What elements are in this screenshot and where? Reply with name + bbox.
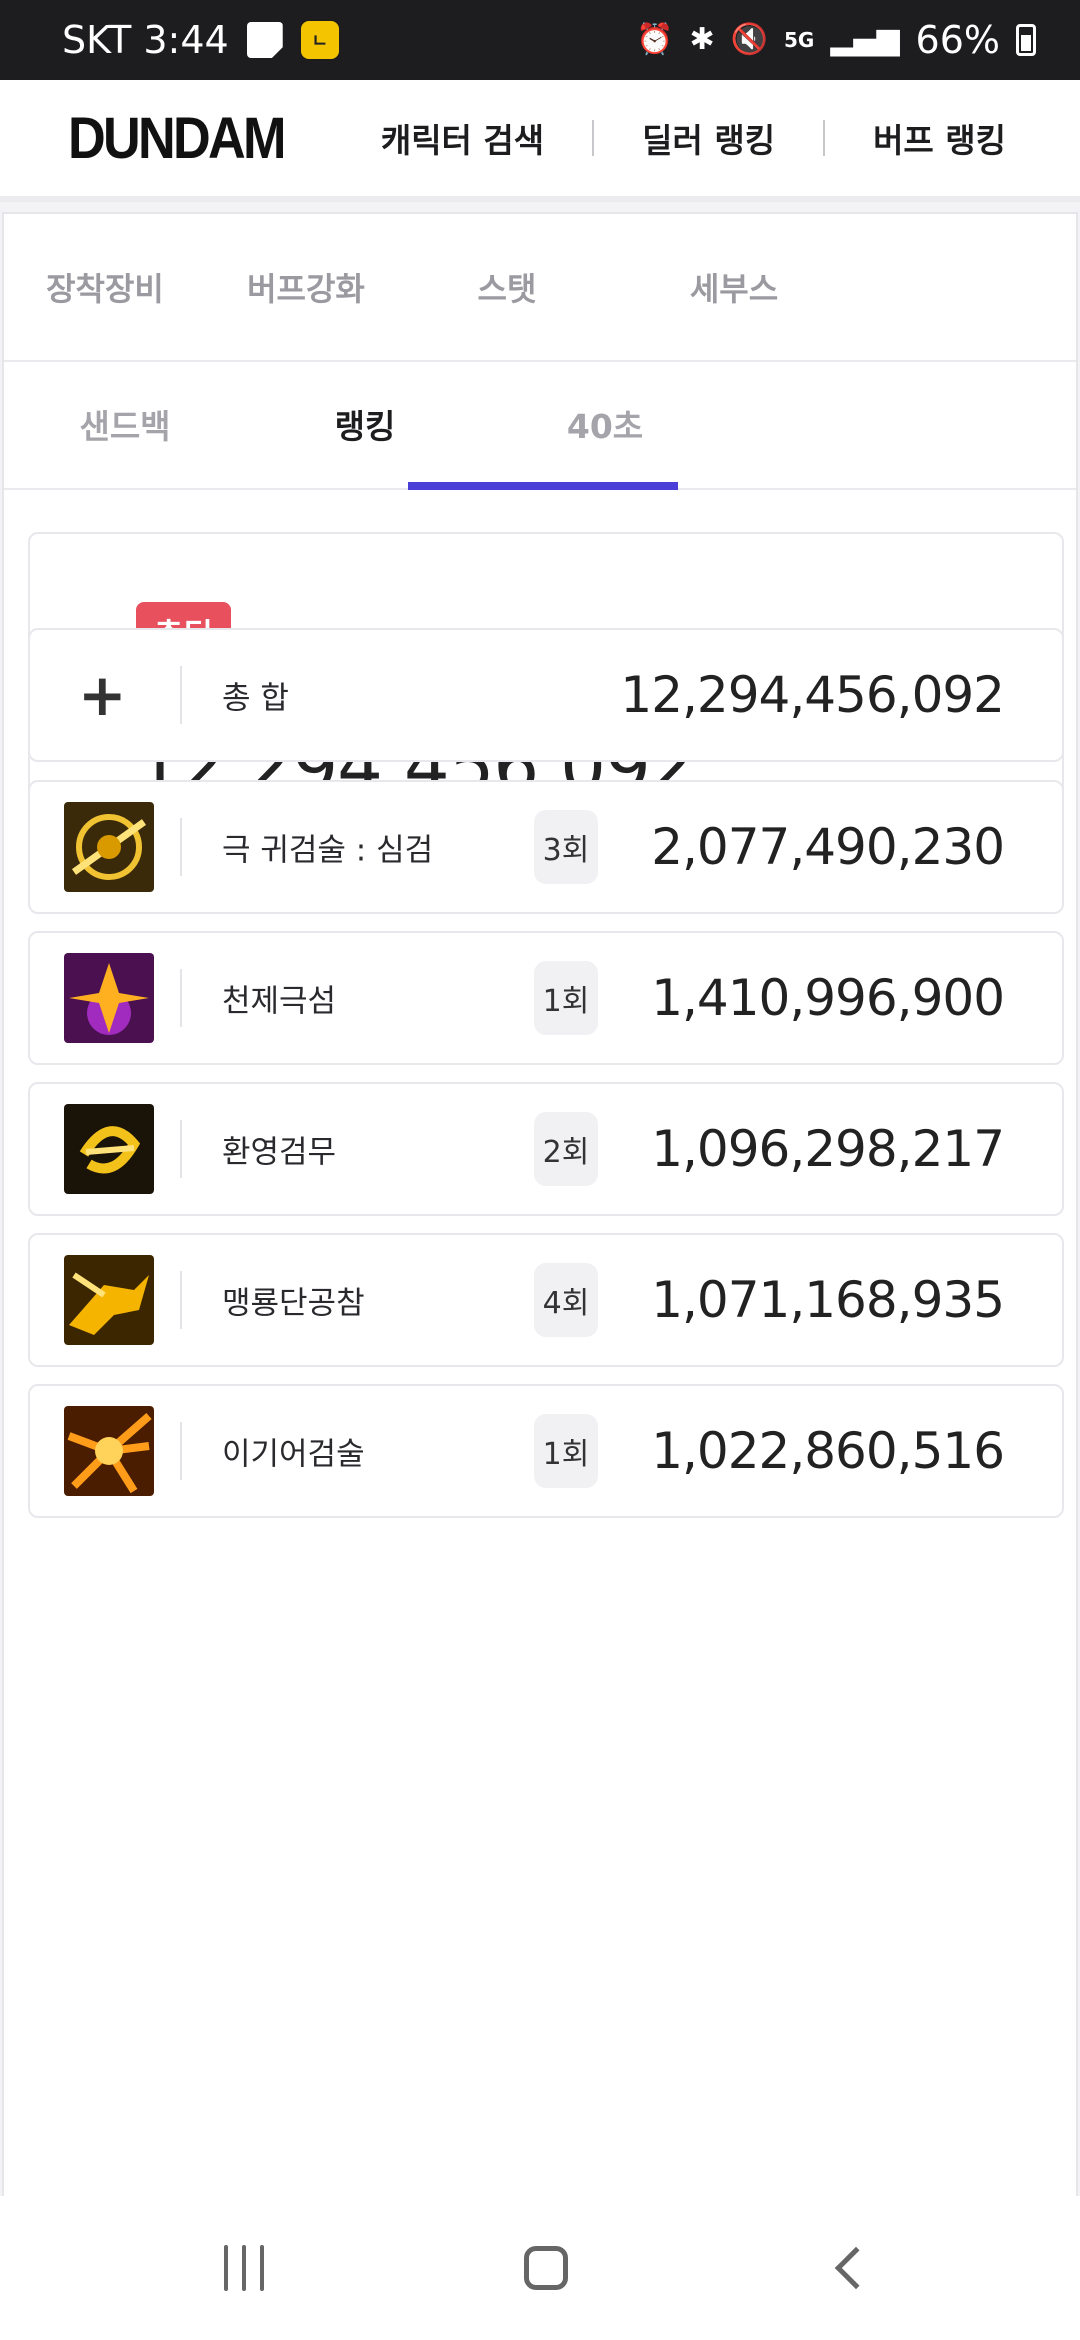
skill-damage: 2,077,490,230	[651, 818, 1005, 876]
skill-row[interactable]: 극 귀검술 : 심검 3회 2,077,490,230	[28, 780, 1064, 914]
mute-icon: 🔇	[730, 22, 768, 57]
nav-character-search[interactable]: 캐릭터 검색	[359, 114, 566, 162]
skill-name: 극 귀검술 : 심검	[222, 832, 434, 869]
nav-divider	[592, 120, 595, 156]
tab-details[interactable]: 세부스	[690, 264, 778, 310]
main-content: 장착장비 버프강화 스탯 세부스 샌드백 랭킹 40초 총딜 12,294,45…	[2, 212, 1078, 2212]
skill-count-badge: 3회	[534, 810, 598, 884]
recent-apps-button[interactable]	[224, 2245, 264, 2291]
battery-icon	[1016, 24, 1036, 56]
row-divider	[180, 666, 182, 724]
row-divider	[180, 818, 182, 876]
kakao-notification-icon: ㄴ	[300, 21, 339, 59]
nav-dealer-ranking[interactable]: 딜러 랭킹	[620, 114, 797, 162]
nav-buff-ranking[interactable]: 버프 랭킹	[851, 114, 1028, 162]
skill-name: 맹룡단공참	[222, 1285, 365, 1322]
skill-name: 환영검무	[222, 1134, 337, 1171]
skill-row[interactable]: 이기어검술 1회 1,022,860,516	[28, 1384, 1064, 1518]
tab-sandbag[interactable]: 샌드백	[79, 400, 170, 448]
skill-damage: 1,096,298,217	[651, 1120, 1005, 1178]
tab-40sec[interactable]: 40초	[567, 400, 643, 448]
summary-value: 12,294,456,092	[620, 666, 1005, 724]
skill-row[interactable]: 천제극섬 1회 1,410,996,900	[28, 931, 1064, 1065]
plus-icon[interactable]: +	[78, 661, 127, 729]
sub-tabs: 장착장비 버프강화 스탯 세부스	[4, 214, 1076, 362]
site-header: DUNDAM 캐릭터 검색 딜러 랭킹 버프 랭킹	[0, 80, 1080, 202]
dragon-slash-skill-icon	[64, 1255, 154, 1345]
skill-count-badge: 4회	[534, 1263, 598, 1337]
status-bar: SKT 3:44 ㄴ ⏰ ✱ 🔇 5G ▂▄▆ 66%	[0, 0, 1080, 80]
home-button[interactable]	[524, 2246, 568, 2290]
skill-count-badge: 2회	[534, 1112, 598, 1186]
skill-row[interactable]: 맹룡단공참 4회 1,071,168,935	[28, 1233, 1064, 1367]
skill-row[interactable]: 환영검무 2회 1,096,298,217	[28, 1082, 1064, 1216]
carrier-time: SKT 3:44	[62, 18, 229, 62]
system-nav-bar	[0, 2196, 1080, 2340]
site-logo[interactable]: DUNDAM	[68, 105, 286, 172]
row-divider	[180, 1422, 182, 1480]
5g-icon: 5G	[783, 28, 815, 52]
skill-name: 이기어검술	[222, 1436, 365, 1473]
tab-buff-enhance[interactable]: 버프강화	[247, 264, 365, 310]
active-tab-indicator	[408, 482, 678, 490]
heaven-flash-skill-icon	[64, 953, 154, 1043]
note-notification-icon	[246, 22, 283, 58]
bluetooth-icon: ✱	[689, 22, 715, 57]
main-tabs: 샌드백 랭킹 40초	[4, 362, 1076, 490]
row-divider	[180, 1120, 182, 1178]
tab-equipment[interactable]: 장착장비	[46, 264, 164, 310]
nav-divider	[823, 120, 826, 156]
skill-damage: 1,410,996,900	[651, 969, 1005, 1027]
skill-damage: 1,022,860,516	[651, 1422, 1005, 1480]
back-button[interactable]	[834, 2246, 878, 2290]
signal-icon: ▂▄▆	[830, 22, 900, 57]
tab-ranking[interactable]: 랭킹	[335, 400, 396, 448]
row-divider	[180, 969, 182, 1027]
skill-count-badge: 1회	[534, 961, 598, 1035]
flying-sword-skill-icon	[64, 1406, 154, 1496]
summary-row[interactable]: + 총 합 12,294,456,092	[28, 628, 1064, 762]
soul-sword-skill-icon	[64, 802, 154, 892]
row-divider	[180, 1271, 182, 1329]
top-nav: 캐릭터 검색 딜러 랭킹 버프 랭킹	[359, 114, 1028, 162]
battery-percent: 66%	[915, 18, 1000, 62]
phantom-sword-dance-skill-icon	[64, 1104, 154, 1194]
skill-damage: 1,071,168,935	[651, 1271, 1005, 1329]
skill-count-badge: 1회	[534, 1414, 598, 1488]
tab-stats[interactable]: 스탯	[478, 264, 537, 310]
alarm-icon: ⏰	[636, 22, 674, 57]
skill-name: 천제극섬	[222, 983, 337, 1020]
summary-label: 총 합	[222, 680, 289, 717]
